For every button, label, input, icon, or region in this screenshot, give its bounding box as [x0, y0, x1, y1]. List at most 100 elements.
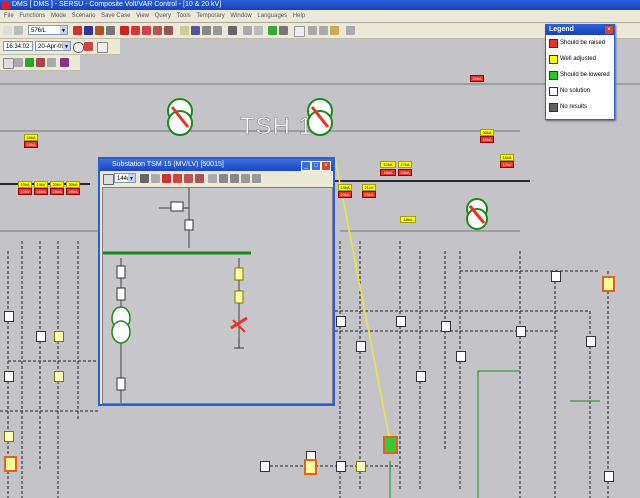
- transformer-icon[interactable]: [153, 26, 162, 35]
- stop-icon[interactable]: [73, 26, 82, 35]
- measurement-tag[interactable]: 16kA: [480, 136, 494, 143]
- menu-save-case[interactable]: Save Case: [101, 10, 130, 22]
- network-icon[interactable]: [84, 26, 93, 35]
- menu-help[interactable]: Help: [293, 10, 305, 22]
- pointer-icon[interactable]: [3, 26, 12, 35]
- measurement-tag[interactable]: 19kA: [362, 191, 376, 198]
- measurement-tag[interactable]: 16kA: [500, 154, 514, 161]
- date-combo[interactable]: 20-Apr-09 ▼: [35, 41, 71, 51]
- switch[interactable]: [396, 316, 406, 327]
- print-icon[interactable]: [228, 26, 237, 35]
- close-icon[interactable]: ×: [605, 26, 613, 34]
- measurement-tag[interactable]: 10kA: [18, 181, 32, 188]
- load-icon[interactable]: [95, 26, 104, 35]
- tool5-icon[interactable]: [252, 174, 261, 183]
- switch[interactable]: [36, 331, 46, 342]
- measurement-tag[interactable]: 16kA: [24, 134, 38, 141]
- document-icon[interactable]: [294, 26, 305, 37]
- measurement-tag[interactable]: 12kV: [18, 188, 32, 195]
- tool3-icon[interactable]: [230, 174, 239, 183]
- substation-window-titlebar[interactable]: Substation TSM 15 (MV/LV) [50015] _ □ ×: [100, 159, 333, 171]
- switch[interactable]: [586, 336, 596, 347]
- settings-icon[interactable]: [106, 26, 115, 35]
- tool2-icon[interactable]: [319, 26, 328, 35]
- relay-icon[interactable]: [142, 26, 151, 35]
- menu-window[interactable]: Window: [230, 10, 251, 22]
- switch[interactable]: [4, 311, 14, 322]
- tool2-icon[interactable]: [219, 174, 228, 183]
- breaker-icon[interactable]: [162, 174, 171, 183]
- measurement-tag[interactable]: 12kV: [500, 161, 514, 168]
- flame-icon[interactable]: [330, 26, 339, 35]
- measurement-tag[interactable]: 30kA: [66, 181, 80, 188]
- measurement-tag[interactable]: 12kA: [380, 161, 396, 168]
- switch[interactable]: [4, 371, 14, 382]
- measurement-tag[interactable]: 17kA: [398, 161, 412, 168]
- switch[interactable]: [54, 331, 64, 342]
- substation-diagram[interactable]: [102, 187, 333, 404]
- switch[interactable]: [604, 471, 614, 482]
- close-icon[interactable]: ×: [321, 161, 331, 171]
- menu-functions[interactable]: Functions: [19, 10, 45, 22]
- measurement-tag[interactable]: 14kA: [338, 184, 352, 191]
- measurement-tag[interactable]: 16kA: [34, 188, 48, 195]
- measurement-tag[interactable]: 30kA: [480, 129, 494, 136]
- switch[interactable]: [416, 371, 426, 382]
- open-folder-icon[interactable]: [180, 26, 189, 35]
- measurement-tag[interactable]: 19kA: [66, 188, 80, 195]
- document-icon[interactable]: [151, 174, 160, 183]
- tool4-icon[interactable]: [241, 174, 250, 183]
- measurement-tag[interactable]: 20kA: [338, 191, 352, 198]
- grid-icon[interactable]: [14, 58, 23, 67]
- menu-temporary[interactable]: Temporary: [196, 10, 224, 22]
- print-icon[interactable]: [140, 174, 149, 183]
- menu-query[interactable]: Query: [155, 10, 171, 22]
- switch-highlighted[interactable]: [4, 456, 17, 472]
- menu-file[interactable]: File: [4, 10, 14, 22]
- substation-window[interactable]: Substation TSM 15 (MV/LV) [50015] _ □ × …: [98, 157, 335, 406]
- measurement-tag[interactable]: 10kA: [398, 169, 412, 176]
- menu-languages[interactable]: Languages: [257, 10, 287, 22]
- switch[interactable]: [54, 371, 64, 382]
- refresh-icon[interactable]: [279, 26, 288, 35]
- pencil-icon[interactable]: [164, 26, 173, 35]
- switch[interactable]: [4, 431, 14, 442]
- flame-icon[interactable]: [47, 58, 56, 67]
- chevron-down-icon[interactable]: ▼: [128, 174, 135, 182]
- switch[interactable]: [441, 321, 451, 332]
- switch[interactable]: [260, 461, 270, 472]
- switch[interactable]: [456, 351, 466, 362]
- stop-icon[interactable]: [36, 58, 45, 67]
- run-icon[interactable]: [268, 26, 277, 35]
- copy-icon[interactable]: [202, 26, 211, 35]
- import-icon[interactable]: [254, 26, 263, 35]
- fault-icon[interactable]: [173, 174, 182, 183]
- switch[interactable]: [356, 461, 366, 472]
- maximize-icon[interactable]: □: [311, 161, 321, 171]
- help-icon[interactable]: [346, 26, 355, 35]
- measurement-tag[interactable]: 16kA: [470, 75, 484, 82]
- grid-icon[interactable]: [103, 174, 114, 185]
- minimize-icon[interactable]: _: [301, 161, 311, 171]
- close-icon[interactable]: [3, 58, 14, 69]
- menu-scenario[interactable]: Scenario: [72, 10, 96, 22]
- breaker-icon[interactable]: [120, 26, 129, 35]
- tool-icon[interactable]: [308, 26, 317, 35]
- voltage-combo[interactable]: 576/L ▼: [28, 25, 68, 35]
- clock-icon[interactable]: [73, 42, 84, 53]
- fault-icon[interactable]: [131, 26, 140, 35]
- play-icon[interactable]: [25, 58, 34, 67]
- report-icon[interactable]: [97, 42, 108, 53]
- save-icon[interactable]: [191, 26, 200, 35]
- switch[interactable]: [516, 326, 526, 337]
- transformer-icon[interactable]: [195, 174, 204, 183]
- switch-selected[interactable]: [383, 436, 398, 454]
- chevron-down-icon[interactable]: ▼: [63, 42, 70, 50]
- menu-view[interactable]: View: [136, 10, 149, 22]
- switch-highlighted[interactable]: [304, 459, 317, 475]
- menu-mode[interactable]: Mode: [51, 10, 66, 22]
- pan-icon[interactable]: [60, 58, 69, 67]
- measurement-tag[interactable]: 20kV: [50, 181, 64, 188]
- voltage-combo[interactable]: 144/L ▼: [114, 173, 136, 183]
- measurement-tag[interactable]: 15kA: [50, 188, 64, 195]
